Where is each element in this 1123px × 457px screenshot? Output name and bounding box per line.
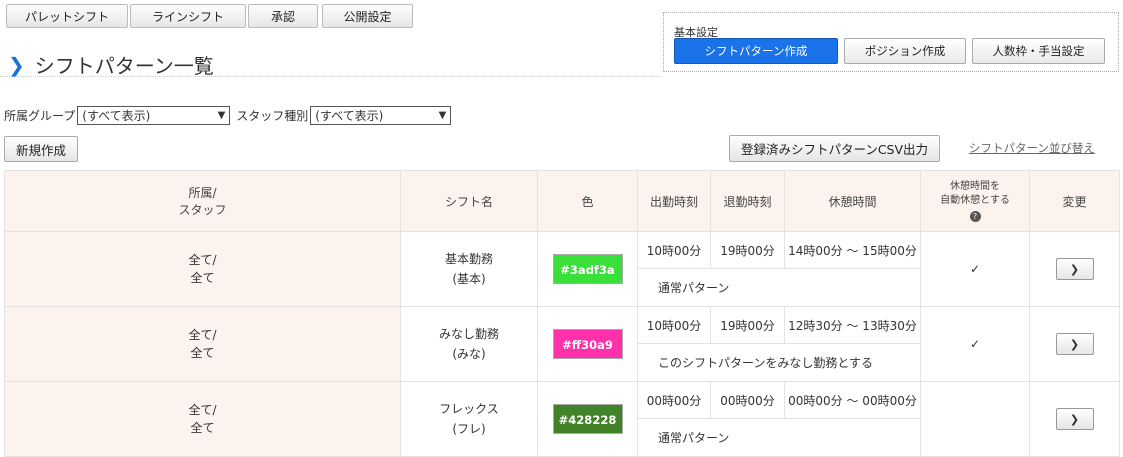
header-shift-name: シフト名 <box>400 170 538 232</box>
group-filter-value: (すべて表示) <box>82 109 151 123</box>
header-staff: 所属/ スタッフ <box>4 170 401 232</box>
row-staff: 全て/ 全て <box>4 231 401 307</box>
shift-abbrev: (基本) <box>452 272 486 286</box>
row-color: #3adf3a <box>537 231 638 307</box>
row-change: ❯ <box>1029 306 1120 382</box>
staff-type: 全て <box>190 346 215 360</box>
auto-break-check: ✓ <box>920 306 1030 382</box>
create-position-button[interactable]: ポジション作成 <box>844 38 966 64</box>
auto-break-check: ✓ <box>920 231 1030 307</box>
row-shift-name: フレックス (フレ) <box>400 381 538 457</box>
color-swatch: #428228 <box>552 404 623 434</box>
shift-abbrev: (みな) <box>452 347 486 361</box>
pattern-note: このシフトパターンをみなし勤務とする <box>637 343 921 382</box>
sort-patterns-link[interactable]: シフトパターン並び替え <box>969 140 1095 156</box>
pattern-note: 通常パターン <box>637 268 921 307</box>
create-shift-pattern-button[interactable]: シフトパターン作成 <box>674 38 838 64</box>
group-filter-label: 所属グループ <box>4 109 76 123</box>
header-staff-line1: 所属/ <box>188 186 217 200</box>
page-title: シフトパターン一覧 <box>34 54 214 78</box>
title-divider <box>0 76 660 77</box>
edit-row-button[interactable]: ❯ <box>1055 408 1094 430</box>
edit-row-button[interactable]: ❯ <box>1055 258 1094 280</box>
header-auto-line1: 休憩時間を <box>950 181 1000 192</box>
end-time: 19時00分 <box>710 231 785 269</box>
new-button[interactable]: 新規作成 <box>4 136 78 162</box>
shift-name: みなし勤務 <box>438 327 499 341</box>
row-shift-name: 基本勤務 (基本) <box>400 231 538 307</box>
staff-group: 全て/ <box>188 328 217 342</box>
table-header-row: 所属/ スタッフ シフト名 色 出勤時刻 退勤時刻 休憩時間 休憩時間を 自動休… <box>4 170 1120 232</box>
header-auto-line2: 自動休憩とする <box>940 195 1010 206</box>
shift-pattern-table: 所属/ スタッフ シフト名 色 出勤時刻 退勤時刻 休憩時間 休憩時間を 自動休… <box>4 170 1120 457</box>
chevron-right-icon: ❯ <box>1069 262 1080 276</box>
staff-filter-select[interactable]: (すべて表示) ▼ <box>310 106 452 125</box>
row-color: #428228 <box>537 381 638 457</box>
group-filter-select[interactable]: (すべて表示) ▼ <box>77 106 231 125</box>
chevron-down-icon: ▼ <box>438 110 447 121</box>
break-time: 14時00分 〜 15時00分 <box>784 231 921 269</box>
end-time: 00時00分 <box>710 381 785 419</box>
page-title-area: ❯ シフトパターン一覧 <box>8 50 214 79</box>
table-row: 全て/ 全て みなし勤務 (みな) #ff30a9 10時00分 19時00分 … <box>4 306 1120 382</box>
chevron-right-icon: ❯ <box>1069 337 1080 351</box>
staff-group: 全て/ <box>188 403 217 417</box>
pattern-note: 通常パターン <box>637 418 921 457</box>
staff-group: 全て/ <box>188 253 217 267</box>
staff-filter-label: スタッフ種別 <box>236 109 309 123</box>
header-change: 変更 <box>1029 170 1120 232</box>
question-circle-icon[interactable]: ? <box>969 211 981 222</box>
header-end-time: 退勤時刻 <box>710 170 785 232</box>
row-staff: 全て/ 全て <box>4 381 401 457</box>
start-time: 00時00分 <box>637 381 711 419</box>
shift-abbrev: (フレ) <box>452 422 486 436</box>
break-time: 12時30分 〜 13時30分 <box>784 306 921 344</box>
color-swatch: #ff30a9 <box>552 329 623 359</box>
table-row: 全て/ 全て 基本勤務 (基本) #3adf3a 10時00分 19時00分 1… <box>4 231 1120 307</box>
tab-palette-shift[interactable]: パレットシフト <box>6 4 128 28</box>
start-time: 10時00分 <box>637 306 711 344</box>
row-change: ❯ <box>1029 231 1120 307</box>
chevron-right-icon: ❯ <box>1069 412 1080 426</box>
header-break-time: 休憩時間 <box>784 170 921 232</box>
shift-name: 基本勤務 <box>444 252 493 266</box>
tab-line-shift[interactable]: ラインシフト <box>130 4 246 28</box>
edit-row-button[interactable]: ❯ <box>1055 333 1094 355</box>
csv-export-button[interactable]: 登録済みシフトパターンCSV出力 <box>729 135 940 162</box>
header-start-time: 出勤時刻 <box>637 170 711 232</box>
basic-settings-panel: 基本設定 シフトパターン作成 ポジション作成 人数枠・手当設定 <box>663 12 1119 72</box>
header-color: 色 <box>537 170 638 232</box>
start-time: 10時00分 <box>637 231 711 269</box>
row-staff: 全て/ 全て <box>4 306 401 382</box>
auto-break-check <box>920 381 1030 457</box>
end-time: 19時00分 <box>710 306 785 344</box>
headcount-allowance-button[interactable]: 人数枠・手当設定 <box>972 38 1105 64</box>
shift-name: フレックス <box>439 402 499 416</box>
header-auto-break: 休憩時間を 自動休憩とする ? <box>920 170 1030 232</box>
chevron-down-icon: ▼ <box>217 110 226 121</box>
color-swatch: #3adf3a <box>552 254 623 284</box>
filter-bar: 所属グループ (すべて表示) ▼ スタッフ種別 (すべて表示) ▼ <box>4 106 457 125</box>
tab-approval[interactable]: 承認 <box>248 4 318 28</box>
staff-filter-value: (すべて表示) <box>315 109 384 123</box>
staff-type: 全て <box>190 421 215 435</box>
row-shift-name: みなし勤務 (みな) <box>400 306 538 382</box>
row-color: #ff30a9 <box>537 306 638 382</box>
tab-publish-settings[interactable]: 公開設定 <box>322 4 413 28</box>
table-row: 全て/ 全て フレックス (フレ) #428228 00時00分 00時00分 … <box>4 381 1120 457</box>
break-time: 00時00分 〜 00時00分 <box>784 381 921 419</box>
header-staff-line2: スタッフ <box>178 203 227 217</box>
staff-type: 全て <box>190 271 215 285</box>
chevron-right-icon: ❯ <box>8 52 25 77</box>
row-change: ❯ <box>1029 381 1120 457</box>
